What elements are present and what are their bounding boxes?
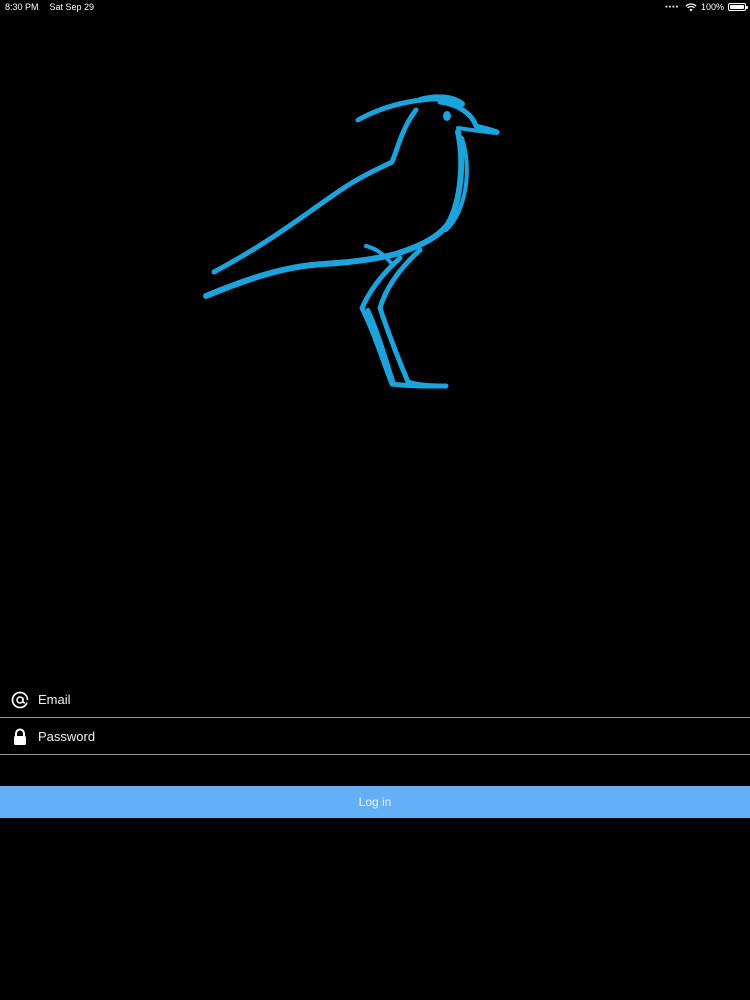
status-date: Sat Sep 29 — [49, 2, 95, 12]
status-right: ●●●● 100% — [665, 0, 724, 14]
password-field — [0, 719, 750, 755]
status-left: 8:30 PM Sat Sep 29 — [5, 0, 94, 14]
login-button[interactable]: Log in — [0, 786, 750, 818]
status-time: 8:30 PM — [5, 2, 39, 12]
bird-logo-icon — [203, 94, 500, 389]
email-field — [0, 682, 750, 718]
at-sign-icon — [10, 690, 30, 710]
email-input[interactable] — [38, 684, 750, 715]
status-bar: 8:30 PM Sat Sep 29 ●●●● 100% — [0, 0, 750, 14]
battery-icon — [728, 3, 748, 11]
lock-icon — [10, 727, 30, 747]
wifi-icon — [685, 2, 697, 11]
password-input[interactable] — [38, 721, 750, 752]
battery-percentage: 100% — [700, 2, 724, 12]
battery-fill — [730, 5, 744, 9]
cellular-dots-icon: ●●●● — [664, 4, 679, 10]
